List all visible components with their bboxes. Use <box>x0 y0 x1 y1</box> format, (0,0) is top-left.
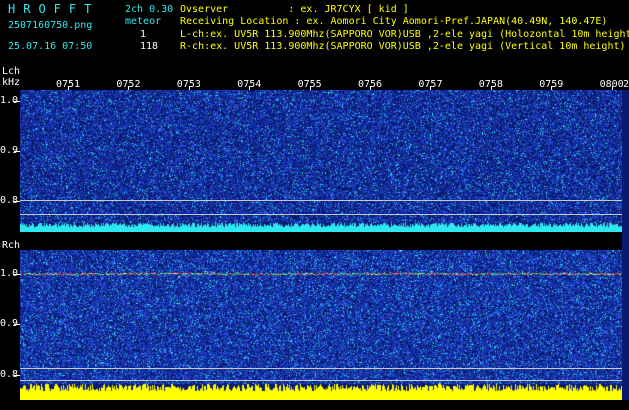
lch-spectrogram <box>20 90 622 232</box>
rch-count: 118 <box>140 41 159 52</box>
version-label: 2ch 0.30 <box>125 4 174 15</box>
lch-channel-label: Lch <box>2 66 21 77</box>
lch-count: 1 <box>140 29 147 40</box>
freq-tick-mark <box>14 274 20 275</box>
rch-marker-line <box>20 380 622 381</box>
location-line: Receiving Location : ex. Aomori City Aom… <box>180 16 608 27</box>
lch-marker-line <box>20 200 622 201</box>
observer-line: Ovserver : ex. JR7CYX [ kid ] <box>180 4 409 15</box>
mode-label: meteor <box>125 16 162 27</box>
freq-tick-mark <box>14 151 20 152</box>
rch-spectrogram <box>20 250 622 400</box>
rch-info-line: R-ch:ex. UV5R 113.900Mhz(SAPPORO VOR)USB… <box>180 41 626 52</box>
filename-label: 2507160750.png <box>8 20 93 31</box>
freq-tick-mark <box>14 324 20 325</box>
freq-tick-mark <box>14 101 20 102</box>
lch-unit-label: kHz <box>2 77 21 88</box>
freq-tick-mark <box>14 201 20 202</box>
rch-marker-line <box>20 368 622 369</box>
right-edge-label: 2 <box>623 79 629 90</box>
lch-info-line: L-ch:ex. UV5R 113.900Mhz(SAPPORO VOR)USB… <box>180 29 629 40</box>
timestamp-label: 25.07.16 07:50 <box>8 41 93 52</box>
rch-channel-label: Rch <box>2 240 21 251</box>
freq-tick-mark <box>14 375 20 376</box>
app-logo: HROFFT <box>8 2 100 16</box>
lch-marker-line <box>20 214 622 215</box>
right-edge-strip <box>622 90 629 400</box>
